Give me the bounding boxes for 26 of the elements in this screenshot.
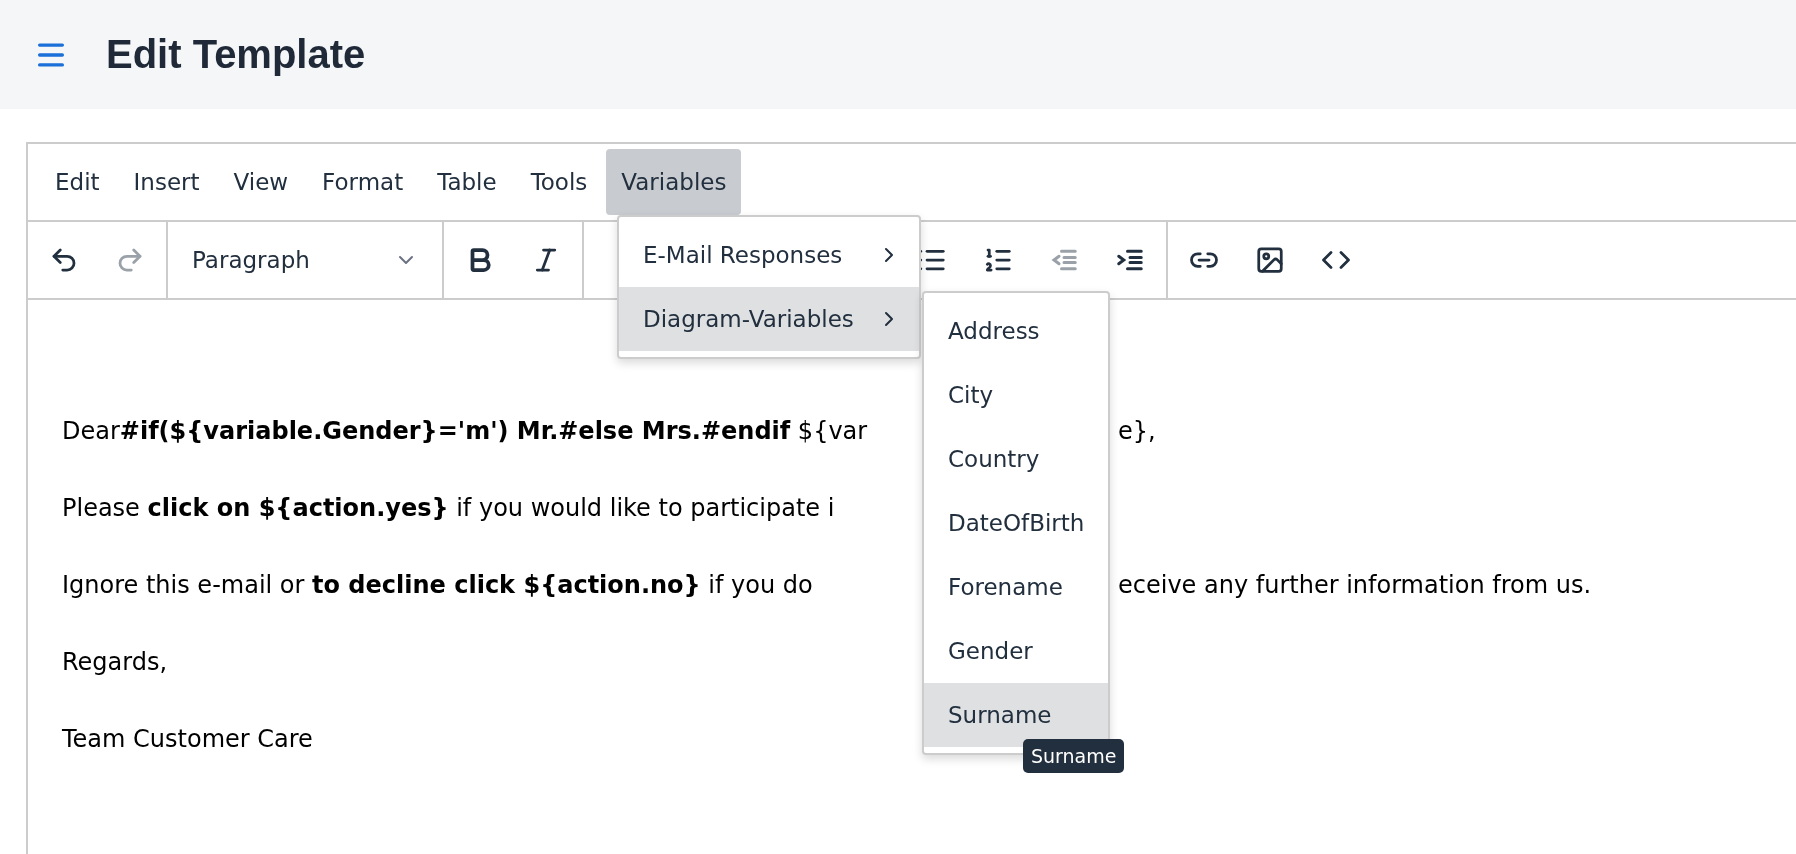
dropdown-item[interactable]: DateOfBirth [924, 491, 1108, 555]
menu-item[interactable]: Table [422, 149, 512, 215]
paragraph-text: Team Customer Care [62, 724, 314, 753]
tooltip: Surname [1023, 739, 1125, 773]
paragraph-text: Ignore this e-mail or to decline click ${action.no} if you do [62, 570, 814, 599]
paragraph-text: Please click on ${action.yes} if you would like to participate i [62, 493, 836, 522]
menu-item[interactable]: Tools [515, 149, 603, 215]
dropdown-item[interactable]: City [924, 363, 1108, 427]
paragraph-text: Regards, [62, 647, 169, 676]
paragraph-text: e}, [1118, 416, 1157, 445]
block-format-select[interactable]: Paragraph [178, 234, 432, 286]
dropdown-item[interactable]: Gender [924, 619, 1108, 683]
menu-item[interactable]: Variables [606, 149, 742, 215]
dropdown-item[interactable]: Address [924, 299, 1108, 363]
paragraph-text: Dear#if(${variable.Gender}='m') Mr.#else Mrs.#endif ${var [62, 416, 869, 445]
dropdown-item[interactable]: Diagram-Variables [619, 287, 919, 351]
dropdown-item[interactable]: Surname [924, 683, 1108, 747]
dropdown-item[interactable]: E-Mail Responses [619, 223, 919, 287]
dropdown-item[interactable]: Country [924, 427, 1108, 491]
menu-item[interactable]: View [218, 149, 304, 215]
paragraph-text: eceive any further information from us. [1118, 570, 1593, 599]
menu-item[interactable]: Edit [40, 149, 115, 215]
menu-item[interactable]: Insert [118, 149, 215, 215]
page-title: Edit Template [106, 32, 366, 77]
menu-item[interactable]: Format [307, 149, 419, 215]
dropdown-item[interactable]: Forename [924, 555, 1108, 619]
